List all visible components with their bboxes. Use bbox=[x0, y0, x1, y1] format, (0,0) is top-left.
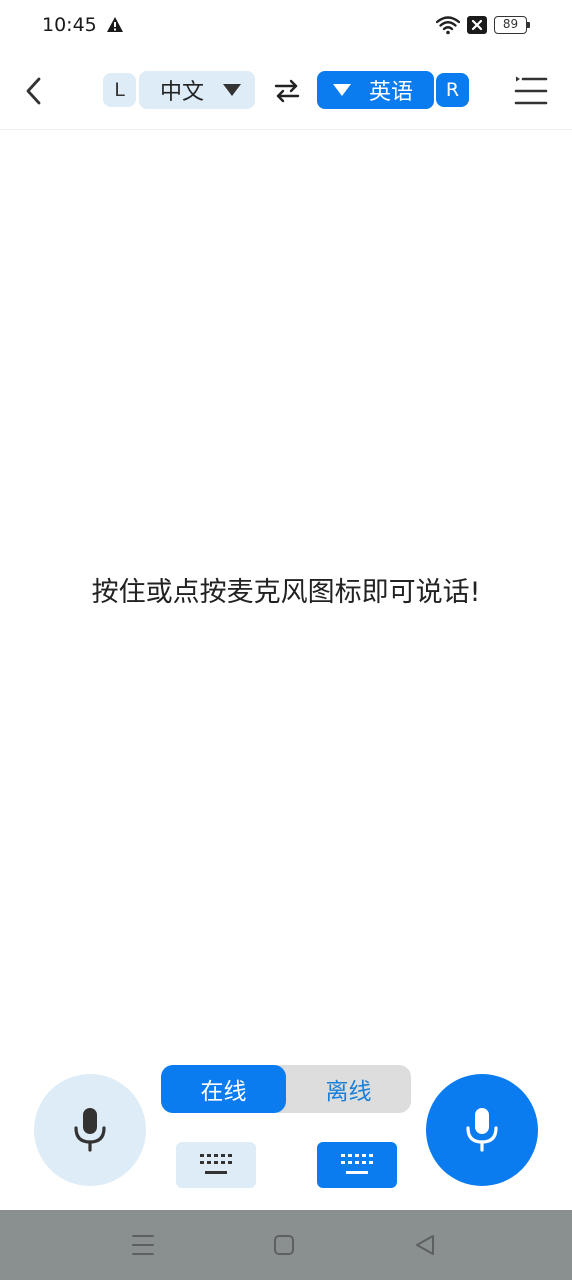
speak-hint: 按住或点按麦克风图标即可说话! bbox=[91, 577, 481, 608]
nav-menu-icon[interactable] bbox=[129, 1231, 157, 1259]
keyboard-icon bbox=[200, 1154, 232, 1174]
right-keyboard-button[interactable] bbox=[317, 1142, 397, 1188]
right-mic-button[interactable] bbox=[426, 1074, 538, 1186]
system-nav-bar bbox=[0, 1210, 572, 1280]
target-language-selector[interactable]: 英语 bbox=[317, 71, 434, 109]
back-button[interactable] bbox=[16, 72, 52, 110]
left-keyboard-button[interactable] bbox=[176, 1142, 256, 1188]
left-speaker-tag: L bbox=[103, 73, 136, 107]
status-time: 10:45 bbox=[42, 14, 97, 36]
battery-icon: 89 bbox=[494, 16, 530, 34]
no-sim-icon bbox=[467, 16, 487, 34]
warning-icon bbox=[107, 17, 123, 32]
keyboard-icon bbox=[341, 1154, 373, 1174]
caret-down-icon bbox=[223, 84, 241, 96]
mode-offline-button[interactable]: 离线 bbox=[286, 1065, 411, 1113]
microphone-icon bbox=[466, 1108, 498, 1152]
status-bar: 10:45 89 bbox=[0, 0, 572, 52]
microphone-icon bbox=[74, 1108, 106, 1152]
menu-button[interactable] bbox=[514, 76, 548, 106]
nav-home-icon[interactable] bbox=[270, 1231, 298, 1259]
source-language-selector[interactable]: 中文 bbox=[139, 71, 255, 109]
wifi-icon bbox=[436, 16, 460, 35]
back-arrow-icon bbox=[26, 77, 41, 105]
left-mic-button[interactable] bbox=[34, 1074, 146, 1186]
top-bar: L 中文 英语 R bbox=[0, 52, 572, 130]
battery-level: 89 bbox=[494, 16, 527, 34]
mode-online-button[interactable]: 在线 bbox=[161, 1065, 286, 1113]
nav-back-icon[interactable] bbox=[411, 1231, 439, 1259]
source-language-label: 中文 bbox=[160, 80, 205, 105]
mode-toggle: 在线 离线 bbox=[161, 1065, 411, 1113]
caret-down-icon bbox=[333, 84, 351, 96]
swap-language-button[interactable] bbox=[272, 78, 302, 104]
target-language-label: 英语 bbox=[369, 80, 414, 105]
right-speaker-tag: R bbox=[436, 73, 469, 107]
